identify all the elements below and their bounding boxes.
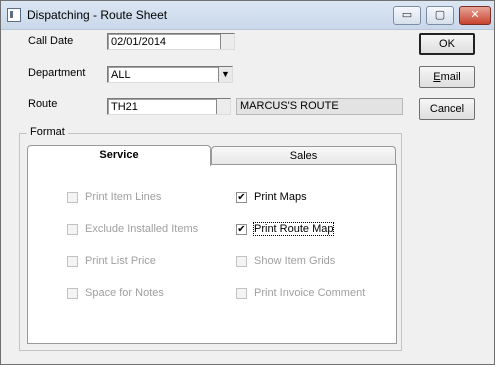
ok-button[interactable]: OK [419, 33, 475, 55]
exclude-installed-items-checkbox[interactable] [67, 224, 78, 235]
app-icon [7, 8, 21, 22]
tab-sales[interactable]: Sales [211, 146, 396, 166]
email-accel-letter: E [433, 71, 441, 83]
print-maps-label: Print Maps [254, 191, 307, 203]
print-list-price-checkbox[interactable] [67, 256, 78, 267]
show-item-grids-checkbox[interactable] [236, 256, 247, 267]
close-icon: ✕ [470, 9, 480, 21]
window-title: Dispatching - Route Sheet [27, 8, 168, 22]
department-label: Department [28, 67, 86, 79]
cancel-button[interactable]: Cancel [419, 98, 475, 120]
call-date-label: Call Date [28, 35, 74, 47]
minimize-icon: ▭ [401, 9, 413, 21]
print-invoice-comment-checkbox[interactable] [236, 288, 247, 299]
title-bar: Dispatching - Route Sheet ▭ ▢ ✕ [1, 1, 494, 30]
route-name-display: MARCUS'S ROUTE [236, 98, 403, 115]
email-label-rest: mail [440, 71, 461, 83]
print-invoice-comment-label: Print Invoice Comment [254, 287, 366, 299]
show-item-grids-label: Show Item Grids [254, 255, 336, 267]
space-for-notes-label: Space for Notes [85, 287, 164, 299]
print-item-lines-checkbox[interactable] [67, 192, 78, 203]
route-value: TH21 [111, 101, 138, 113]
print-route-map-checkbox[interactable]: ✔ [236, 224, 247, 235]
maximize-icon: ▢ [434, 9, 446, 21]
minimize-button[interactable]: ▭ [393, 6, 421, 25]
call-date-value: 02/01/2014 [111, 36, 167, 48]
exclude-installed-items-label: Exclude Installed Items [85, 223, 199, 235]
tab-service[interactable]: Service [27, 145, 211, 166]
print-item-lines-label: Print Item Lines [85, 191, 162, 203]
date-picker-button[interactable] [220, 34, 234, 49]
maximize-button[interactable]: ▢ [426, 6, 454, 25]
route-lookup-button[interactable] [216, 99, 230, 114]
format-group-label: Format [27, 126, 68, 138]
call-date-field[interactable]: 02/01/2014 [107, 33, 235, 50]
print-list-price-label: Print List Price [85, 255, 156, 267]
department-value: ALL [111, 69, 131, 81]
print-route-map-label: Print Route Map [252, 222, 335, 236]
close-button[interactable]: ✕ [459, 6, 491, 25]
route-field[interactable]: TH21 [107, 98, 231, 115]
service-tab-panel [27, 164, 397, 344]
space-for-notes-checkbox[interactable] [67, 288, 78, 299]
chevron-down-icon[interactable]: ▼ [218, 67, 232, 82]
email-button[interactable]: Email [419, 66, 475, 88]
print-maps-checkbox[interactable]: ✔ [236, 192, 247, 203]
route-label: Route [28, 98, 58, 110]
department-select[interactable]: ALL ▼ [107, 66, 233, 83]
